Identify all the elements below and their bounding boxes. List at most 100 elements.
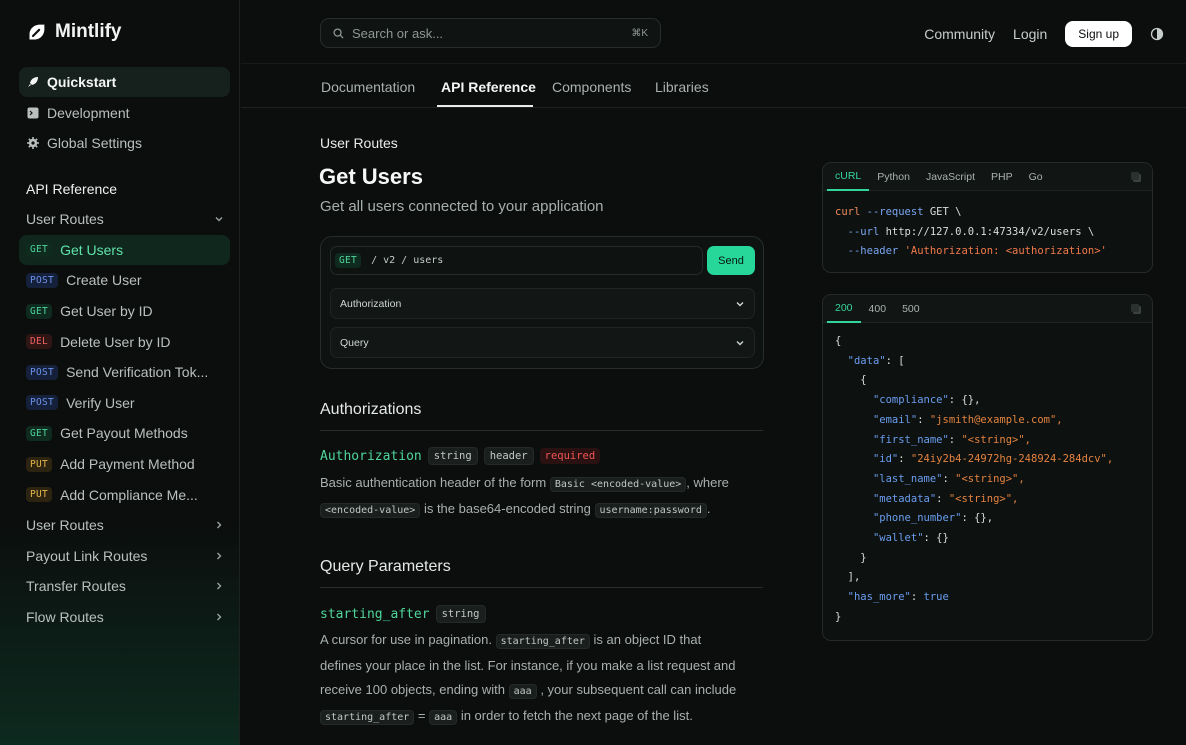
code-token: http://127.0.0.1:47334/v2/users \	[879, 225, 1095, 238]
route-label: Get Users	[60, 241, 124, 258]
route-label: Delete User by ID	[60, 333, 171, 350]
route-create-user[interactable]: POST Create User	[19, 265, 230, 296]
json-value: "jsmith@example.com",	[929, 413, 1063, 426]
authorization-accordion[interactable]: Authorization	[330, 288, 755, 319]
page-title: Get Users	[319, 164, 423, 189]
group-user-routes[interactable]: User Routes	[19, 204, 230, 235]
tab-python[interactable]: Python	[869, 163, 918, 191]
chevron-right-icon	[217, 552, 222, 560]
route-verify-user[interactable]: POST Verify User	[19, 388, 230, 419]
tab-400[interactable]: 400	[861, 295, 895, 323]
inline-code: username:password	[594, 503, 707, 518]
sidebar-item-quickstart[interactable]: Quickstart	[19, 67, 230, 97]
divider	[320, 430, 763, 431]
route-send-verification-token[interactable]: POST Send Verification Tok...	[19, 357, 230, 388]
tab-200[interactable]: 200	[827, 295, 861, 323]
method-badge: PUT	[26, 456, 53, 472]
group-label: User Routes	[26, 211, 104, 228]
theme-toggle-icon[interactable]	[1150, 27, 1164, 41]
tab-go[interactable]: Go	[1021, 163, 1051, 191]
page-subtitle: Get all users connected to your applicat…	[320, 198, 604, 215]
search-icon	[333, 27, 344, 39]
inline-code: aaa	[429, 710, 458, 725]
tab-components[interactable]: Components	[552, 79, 631, 95]
chevron-right-icon	[217, 582, 222, 590]
route-add-compliance-metadata[interactable]: PUT Add Compliance Me...	[19, 479, 230, 510]
code-token: --url	[847, 225, 880, 238]
tab-libraries[interactable]: Libraries	[655, 79, 709, 95]
login-link[interactable]: Login	[1013, 26, 1047, 42]
breadcrumb: User Routes	[320, 135, 398, 151]
json-value: true	[923, 591, 949, 604]
method-badge: GET	[335, 253, 362, 268]
chevron-down-icon	[736, 340, 744, 345]
param-name: starting_after	[320, 606, 430, 622]
json-key: "email"	[872, 413, 918, 426]
send-button[interactable]: Send	[707, 246, 755, 275]
code-token: curl	[835, 206, 861, 218]
logo[interactable]: Mintlify	[26, 20, 122, 44]
json-value: {}	[936, 532, 949, 545]
status-tabs: 200 400 500	[823, 295, 1152, 323]
required-badge: required	[539, 448, 601, 464]
chevron-down-icon	[736, 301, 744, 306]
code-token: 'Authorization: <authorization>'	[904, 245, 1107, 258]
sidebar-item-label: Quickstart	[47, 74, 117, 90]
copy-icon[interactable]	[1130, 171, 1142, 183]
method-badge: GET	[26, 425, 53, 441]
query-accordion[interactable]: Query	[330, 327, 755, 358]
method-badge: GET	[26, 242, 53, 258]
request-example-panel: cURL Python JavaScript PHP Go curl --req…	[822, 162, 1153, 273]
mintlify-logo-icon	[29, 24, 45, 39]
route-label: Get Payout Methods	[60, 425, 188, 442]
chevron-right-icon	[217, 613, 222, 621]
param-name: Authorization	[320, 448, 422, 464]
accordion-label: Authorization	[340, 297, 402, 310]
tab-php[interactable]: PHP	[983, 163, 1021, 191]
route-get-payout-methods[interactable]: GET Get Payout Methods	[19, 418, 230, 449]
group-label: User Routes	[26, 517, 104, 534]
request-url-field[interactable]: GET / v2 / users	[330, 246, 703, 275]
tab-curl[interactable]: cURL	[827, 163, 870, 191]
group-label: Transfer Routes	[26, 578, 126, 595]
tab-documentation[interactable]: Documentation	[321, 79, 415, 95]
response-example-panel: 200 400 500 { "data": [ { "compliance": …	[822, 294, 1153, 641]
tab-api-reference[interactable]: API Reference	[441, 79, 536, 95]
chevron-right-icon	[217, 521, 222, 529]
group-flow-routes[interactable]: Flow Routes	[19, 602, 230, 633]
text: , your subsequent call can include	[540, 682, 737, 697]
route-delete-user-by-id[interactable]: DEL Delete User by ID	[19, 326, 230, 357]
query-description: A cursor for use in pagination. starting…	[320, 628, 745, 730]
copy-icon[interactable]	[1130, 303, 1142, 315]
divider	[320, 587, 763, 588]
route-label: Get User by ID	[60, 303, 153, 320]
inline-code: Basic <encoded-value>	[549, 477, 687, 492]
sidebar-item-label: Global Settings	[47, 135, 142, 152]
group-transfer-routes[interactable]: Transfer Routes	[19, 571, 230, 602]
json-key: "data"	[847, 354, 886, 367]
route-label: Create User	[66, 272, 142, 289]
param-type: string	[435, 605, 486, 623]
group-payout-link-routes[interactable]: Payout Link Routes	[19, 541, 230, 572]
sidebar: Mintlify Quickstart Development Global S…	[0, 0, 240, 745]
tab-500[interactable]: 500	[894, 295, 928, 323]
gear-icon	[27, 137, 39, 150]
community-link[interactable]: Community	[924, 26, 995, 42]
response-code: { "data": [ { "compliance": {}, "email":…	[835, 335, 1114, 623]
signup-button[interactable]: Sign up	[1065, 21, 1132, 47]
text: A cursor for use in pagination.	[320, 632, 492, 647]
route-get-users[interactable]: GET Get Users	[19, 234, 230, 266]
authorizations-heading: Authorizations	[320, 401, 422, 418]
tab-javascript[interactable]: JavaScript	[918, 163, 983, 191]
route-add-payment-method[interactable]: PUT Add Payment Method	[19, 449, 230, 480]
json-key: "has_more"	[847, 591, 911, 604]
text: is the base64-encoded string	[423, 501, 591, 516]
group-user-routes-collapsed[interactable]: User Routes	[19, 510, 230, 541]
json-key: "id"	[872, 453, 899, 466]
search-input[interactable]: Search or ask... ⌘K	[320, 18, 661, 48]
json-value: {},	[974, 512, 994, 525]
sidebar-item-global-settings[interactable]: Global Settings	[19, 128, 230, 158]
json-key: "compliance"	[872, 394, 949, 407]
route-get-user-by-id[interactable]: GET Get User by ID	[19, 296, 230, 327]
sidebar-item-development[interactable]: Development	[19, 98, 230, 128]
